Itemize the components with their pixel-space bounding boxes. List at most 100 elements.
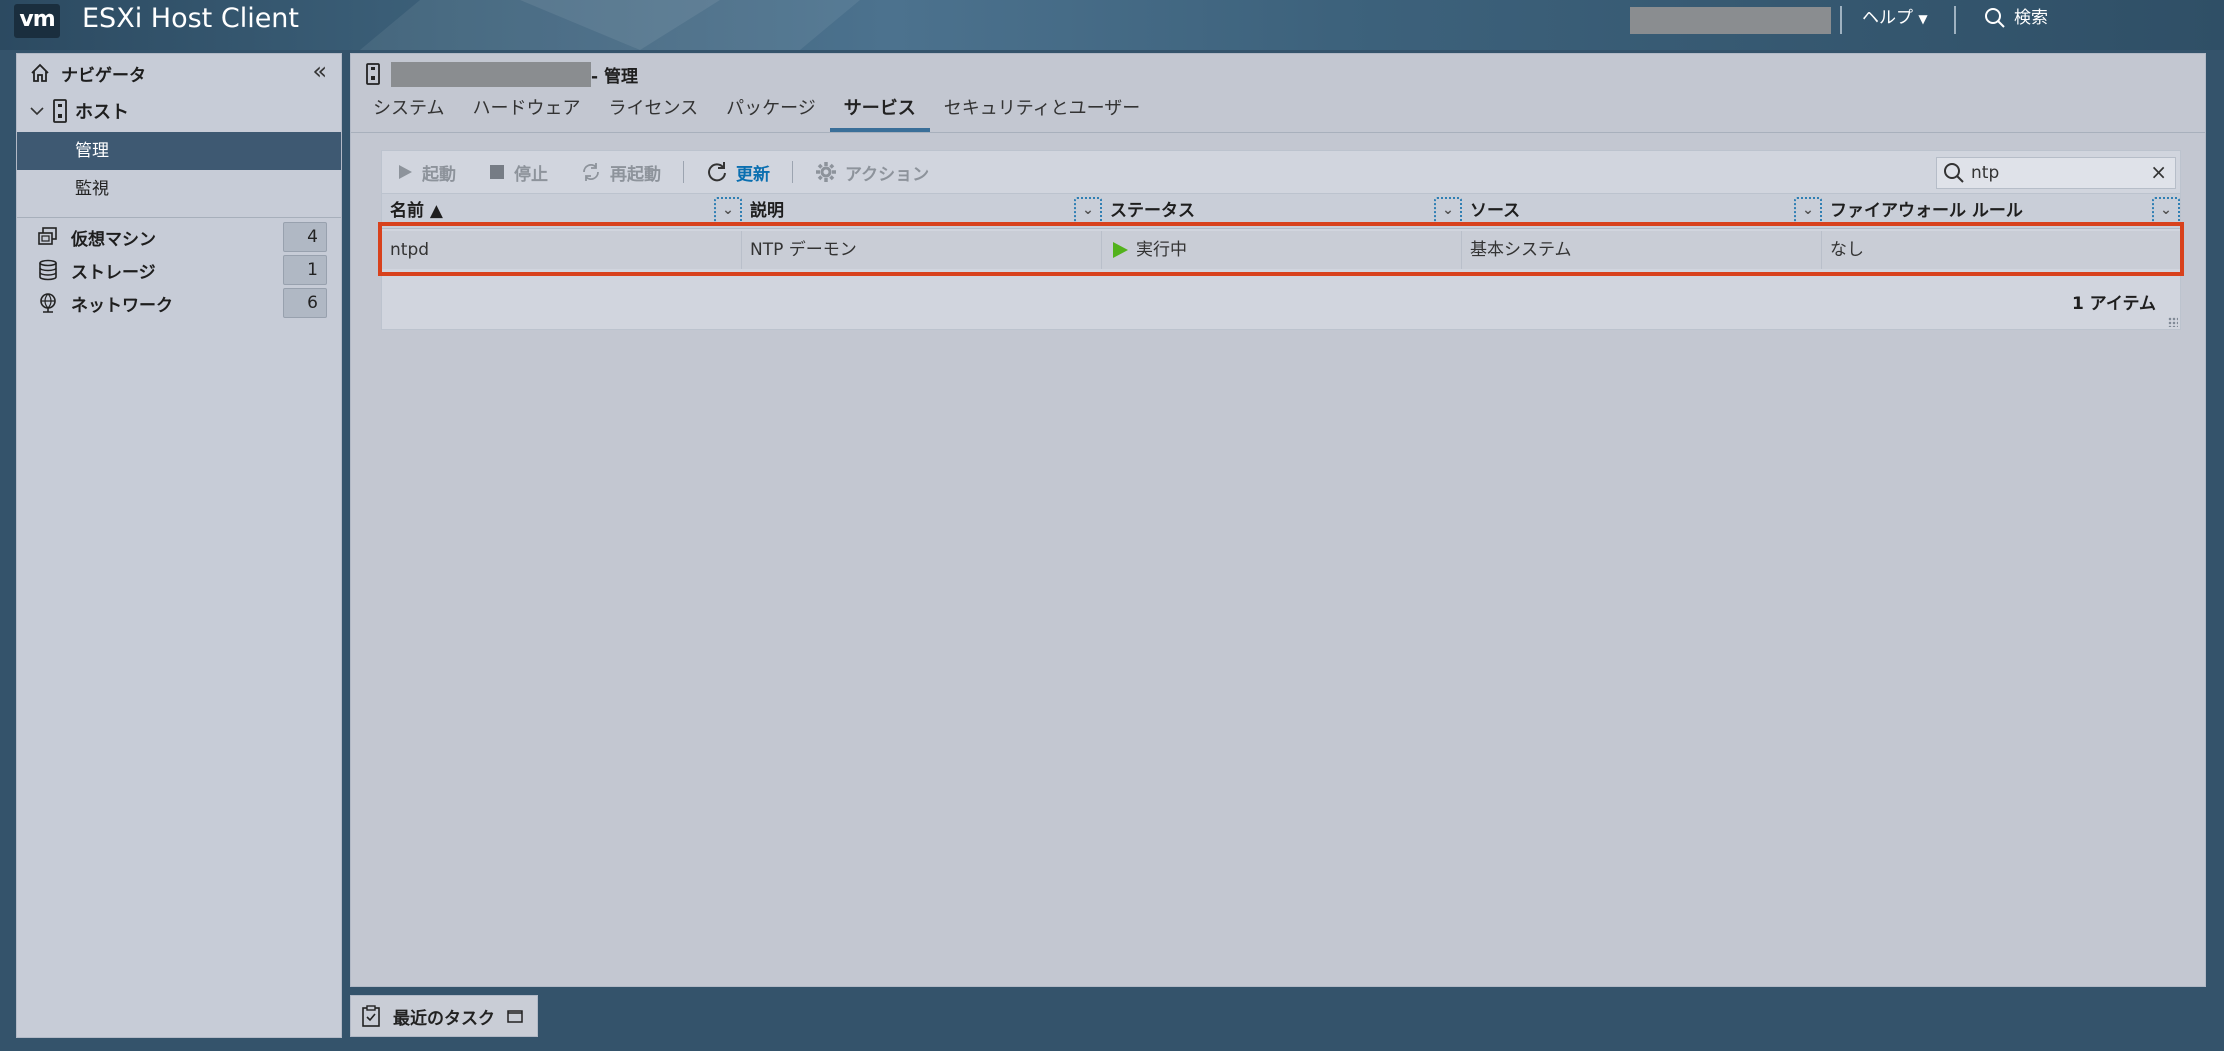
host-name-redacted xyxy=(391,61,591,87)
start-label: 起動 xyxy=(422,164,456,185)
stop-button[interactable]: 停止 xyxy=(472,151,564,193)
nav-item-label: ネットワーク xyxy=(71,295,173,316)
recent-tasks-label: 最近のタスク xyxy=(393,1008,495,1029)
global-search[interactable]: 検索 xyxy=(1984,6,2048,30)
header-divider xyxy=(1954,6,1956,34)
cell-status: 実行中 xyxy=(1102,231,1462,269)
restart-label: 再起動 xyxy=(610,164,661,185)
host-server-icon xyxy=(51,99,69,123)
table-row[interactable]: ntpd NTP デーモン 実行中 基本システム なし xyxy=(382,231,2180,269)
nav-host[interactable]: ホスト xyxy=(29,98,129,124)
recent-tasks-button[interactable]: 最近のタスク xyxy=(350,995,538,1037)
main-panel: - 管理 システム ハードウェア ライセンス パッケージ サービス セキュリティ… xyxy=(350,53,2206,987)
column-menu-icon[interactable]: ⌄ xyxy=(1074,197,1102,225)
actions-button[interactable]: アクション xyxy=(799,151,945,193)
navigator-header: ナビゲータ xyxy=(29,60,146,86)
column-header-source[interactable]: ソース ⌄ xyxy=(1462,194,1822,228)
refresh-icon xyxy=(706,161,728,183)
item-count: 1 アイテム xyxy=(2071,294,2156,314)
column-header-name[interactable]: 名前 ▲ ⌄ xyxy=(382,194,742,228)
column-label: ソース xyxy=(1470,201,1521,221)
storage-count-badge: 1 xyxy=(283,255,327,285)
column-header-firewall[interactable]: ファイアウォール ルール ⌄ xyxy=(1822,194,2180,228)
column-label: 説明 xyxy=(750,201,784,221)
vm-count-badge: 4 xyxy=(283,222,327,252)
restart-icon xyxy=(580,161,602,183)
header-divider xyxy=(1840,6,1842,34)
tabs-divider xyxy=(351,132,2205,133)
app-title: ESXi Host Client xyxy=(82,3,300,34)
cell-name: ntpd xyxy=(382,231,742,269)
column-menu-icon[interactable]: ⌄ xyxy=(1434,197,1462,225)
filter-search: × xyxy=(1936,157,2176,189)
tab-security-users[interactable]: セキュリティとユーザー xyxy=(930,94,1155,132)
tab-system[interactable]: システム xyxy=(359,94,458,132)
nav-item-monitor[interactable]: 監視 xyxy=(17,170,341,208)
nav-item-storage[interactable]: ストレージ 1 xyxy=(37,255,337,285)
services-toolbar: 起動 停止 再起動 更新 アクション ntp × xyxy=(382,151,2180,193)
grid-header: 名前 ▲ ⌄ 説明 ⌄ ステータス ⌄ ソース ⌄ ファイアウォール ルール ⌄ xyxy=(382,193,2180,229)
cell-firewall: なし xyxy=(1830,240,1864,260)
network-count-badge: 6 xyxy=(283,288,327,318)
page-title: - 管理 xyxy=(365,60,638,88)
gear-icon xyxy=(815,161,837,183)
services-grid: 起動 停止 再起動 更新 アクション ntp × 名前 ▲ ⌄ 説明 ⌄ ステー… xyxy=(378,150,2184,330)
host-server-icon xyxy=(365,63,381,85)
toolbar-divider xyxy=(683,161,684,183)
column-menu-icon[interactable]: ⌄ xyxy=(2152,197,2180,225)
column-menu-icon[interactable]: ⌄ xyxy=(1794,197,1822,225)
start-button[interactable]: 起動 xyxy=(382,151,472,193)
nav-item-label: ストレージ xyxy=(71,262,156,283)
stop-label: 停止 xyxy=(514,164,548,185)
tab-hardware[interactable]: ハードウェア xyxy=(458,94,594,132)
column-header-description[interactable]: 説明 ⌄ xyxy=(742,194,1102,228)
nav-item-network[interactable]: ネットワーク 6 xyxy=(37,288,337,318)
status-text: 実行中 xyxy=(1136,240,1187,260)
search-icon xyxy=(1943,162,1965,184)
user-menu[interactable] xyxy=(1630,7,1831,34)
maximize-icon[interactable] xyxy=(507,1009,523,1023)
page-title-suffix: - 管理 xyxy=(591,66,638,87)
navigator-title: ナビゲータ xyxy=(61,65,146,86)
help-menu[interactable]: ヘルプ ▼ xyxy=(1862,6,1928,31)
storage-icon xyxy=(37,259,59,281)
search-icon xyxy=(1984,7,2006,29)
help-label: ヘルプ xyxy=(1862,8,1913,28)
refresh-label: 更新 xyxy=(736,164,770,185)
nav-divider xyxy=(17,217,341,218)
actions-label: アクション xyxy=(845,164,930,185)
cell-description: NTP デーモン xyxy=(742,231,1102,269)
filter-input[interactable] xyxy=(1971,159,2141,187)
play-icon xyxy=(396,163,414,181)
network-icon xyxy=(37,292,59,314)
clear-filter-icon[interactable]: × xyxy=(2150,160,2167,184)
resize-handle[interactable] xyxy=(2168,317,2178,327)
nav-item-manage[interactable]: 管理 xyxy=(17,132,341,170)
vmware-logo: vm xyxy=(14,4,60,38)
home-icon xyxy=(29,62,51,84)
cell-source: 基本システム xyxy=(1462,231,1822,269)
navigator-panel: ナビゲータ « ホスト 管理 監視 仮想マシン 4 ストレージ 1 ネットワーク… xyxy=(16,53,342,1038)
tab-licensing[interactable]: ライセンス xyxy=(594,94,712,132)
column-label: ファイアウォール ルール xyxy=(1830,201,2023,221)
search-label: 検索 xyxy=(2014,8,2048,28)
tab-services[interactable]: サービス xyxy=(829,94,930,132)
collapse-navigator-icon[interactable]: « xyxy=(312,58,327,84)
tab-packages[interactable]: パッケージ xyxy=(712,94,830,132)
refresh-button[interactable]: 更新 xyxy=(690,151,786,193)
stop-icon xyxy=(488,163,506,181)
nav-item-vms[interactable]: 仮想マシン 4 xyxy=(37,222,337,252)
nav-item-label: 仮想マシン xyxy=(71,229,156,250)
column-menu-icon[interactable]: ⌄ xyxy=(714,197,742,225)
clipboard-check-icon xyxy=(361,1005,381,1027)
vm-icon xyxy=(37,226,59,248)
host-label: ホスト xyxy=(75,102,129,123)
caret-down-icon: ▼ xyxy=(1918,12,1928,26)
running-play-icon xyxy=(1110,240,1130,260)
app-header: vm ESXi Host Client ヘルプ ▼ 検索 xyxy=(0,0,2224,50)
column-header-status[interactable]: ステータス ⌄ xyxy=(1102,194,1462,228)
chevron-down-icon[interactable] xyxy=(29,103,45,119)
restart-button[interactable]: 再起動 xyxy=(564,151,677,193)
column-label: 名前 ▲ xyxy=(390,201,443,221)
toolbar-divider xyxy=(792,161,793,183)
